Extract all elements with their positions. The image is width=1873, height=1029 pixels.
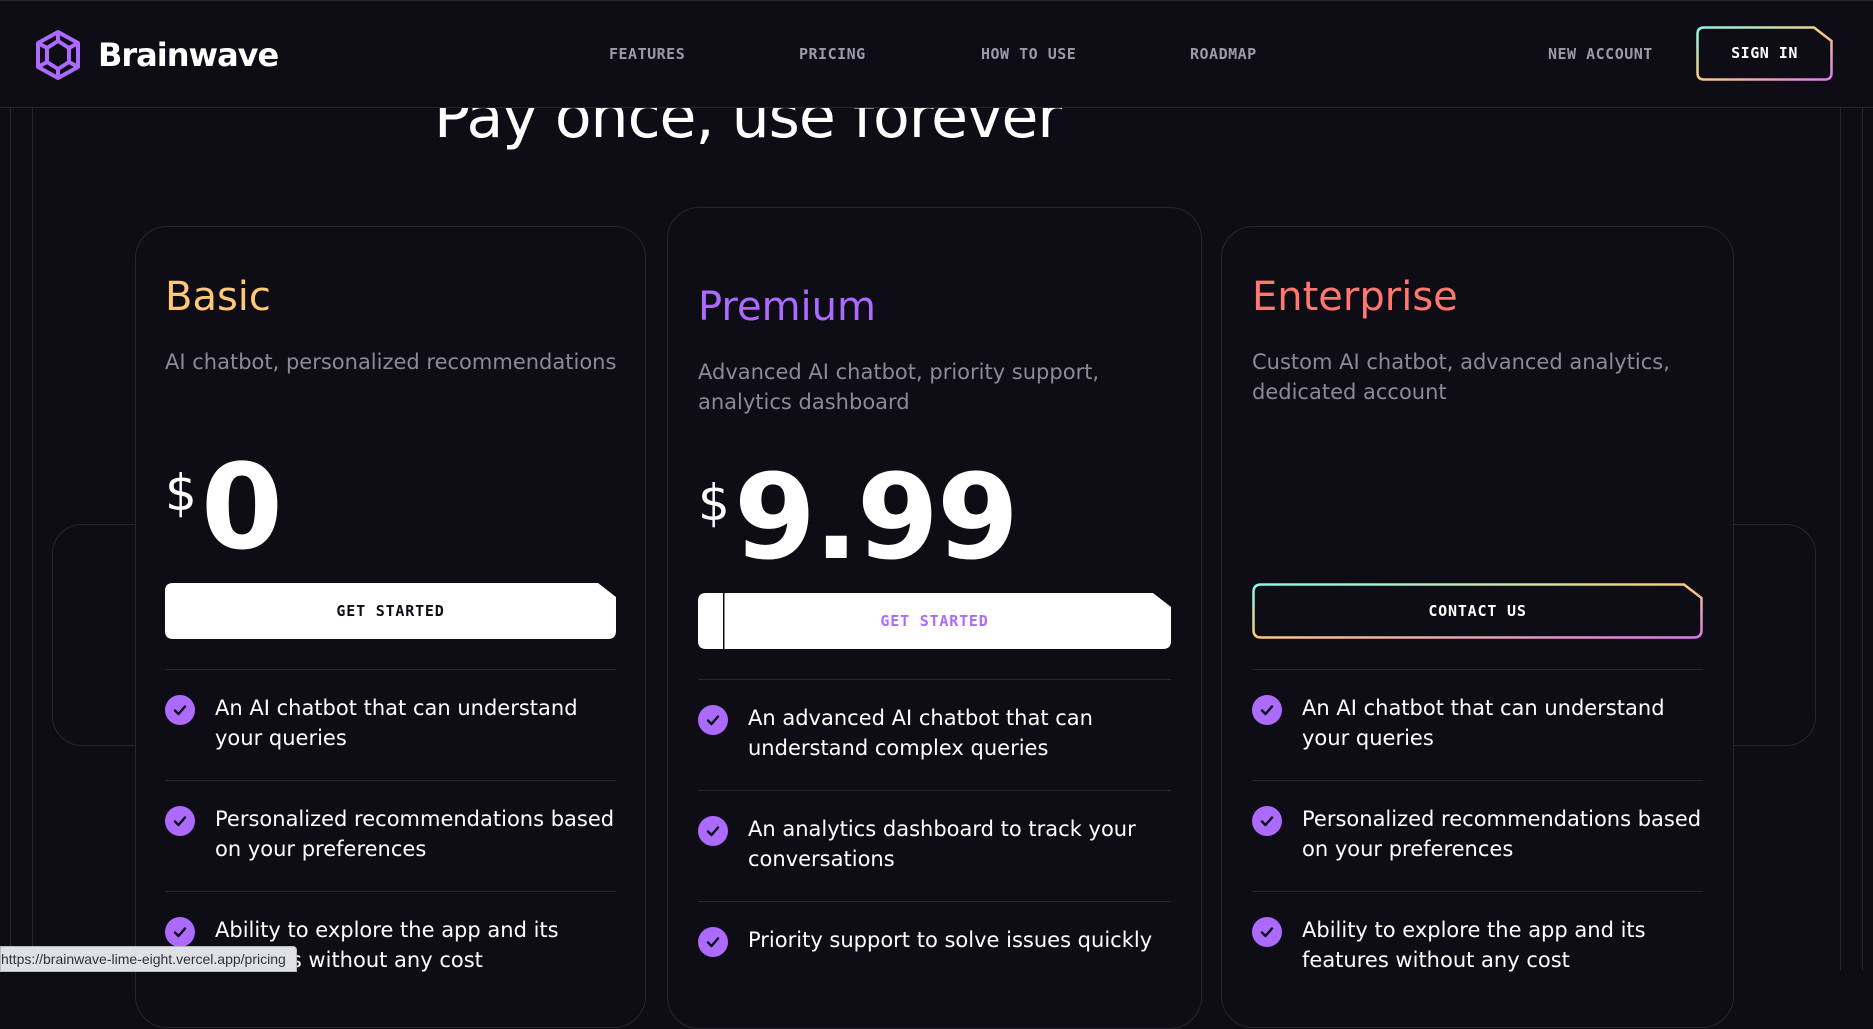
- check-icon: [1252, 695, 1282, 725]
- check-icon: [698, 927, 728, 957]
- plan-title: Basic: [165, 274, 271, 320]
- check-icon: [165, 806, 195, 836]
- feature-divider: [698, 790, 1171, 791]
- feature-divider: [698, 679, 1171, 680]
- nav-link-pricing[interactable]: PRICING: [799, 45, 866, 63]
- check-icon: [698, 705, 728, 735]
- pricing-card-enterprise: Enterprise Custom AI chatbot, advanced a…: [1221, 226, 1734, 1028]
- feature-text: Personalized recommendations based on yo…: [1302, 807, 1702, 861]
- sign-in-button[interactable]: SIGN IN: [1696, 26, 1833, 81]
- feature-divider: [165, 669, 616, 670]
- feature-divider: [165, 780, 616, 781]
- plan-title: Premium: [698, 284, 876, 330]
- feature-item: An AI chatbot that can understand your q…: [165, 693, 616, 753]
- check-icon: [1252, 806, 1282, 836]
- new-account-link[interactable]: NEW ACCOUNT: [1548, 45, 1653, 63]
- button-label: GET STARTED: [880, 612, 989, 630]
- plan-description: Custom AI chatbot, advanced analytics, d…: [1252, 350, 1670, 404]
- nav-link-roadmap[interactable]: ROADMAP: [1190, 45, 1257, 63]
- plan-title: Enterprise: [1252, 274, 1458, 320]
- check-icon: [165, 695, 195, 725]
- feature-divider: [698, 901, 1171, 902]
- pricing-card-premium: Premium Advanced AI chatbot, priority su…: [667, 207, 1202, 1029]
- contact-us-button[interactable]: CONTACT US: [1252, 583, 1703, 639]
- nav-link-how-to-use[interactable]: HOW TO USE: [981, 45, 1076, 63]
- feature-text: Priority support to solve issues quickly: [748, 928, 1153, 952]
- feature-item: Personalized recommendations based on yo…: [165, 804, 616, 864]
- get-started-button[interactable]: GET STARTED: [698, 593, 1171, 649]
- bg-line-right-outer: [1862, 106, 1863, 970]
- price-amount: 0: [200, 438, 283, 576]
- feature-item: An analytics dashboard to track your con…: [698, 814, 1171, 874]
- feature-text: An AI chatbot that can understand your q…: [215, 696, 578, 750]
- plan-description: AI chatbot, personalized recommendations: [165, 350, 617, 374]
- feature-item: Ability to explore the app and its featu…: [1252, 915, 1703, 975]
- feature-divider: [1252, 891, 1703, 892]
- feature-item: Priority support to solve issues quickly: [698, 925, 1171, 957]
- currency-symbol: $: [698, 474, 730, 532]
- brand-logo[interactable]: Brainwave: [32, 29, 279, 81]
- check-icon: [698, 816, 728, 846]
- bg-line-left-outer: [10, 106, 11, 970]
- feature-divider: [1252, 669, 1703, 670]
- feature-divider: [1252, 780, 1703, 781]
- feature-text: An analytics dashboard to track your con…: [748, 817, 1136, 871]
- brainwave-logo-icon: [36, 30, 80, 80]
- link-preview-url: https://brainwave-lime-eight.vercel.app/…: [0, 946, 297, 972]
- plan-price: $ 9.99: [698, 448, 1019, 586]
- brand-name: Brainwave: [98, 36, 279, 74]
- feature-item: An AI chatbot that can understand your q…: [1252, 693, 1703, 753]
- bg-line-left-inner: [32, 106, 33, 970]
- nav-link-features[interactable]: FEATURES: [609, 45, 685, 63]
- get-started-button[interactable]: GET STARTED: [165, 583, 616, 639]
- pricing-card-basic: Basic AI chatbot, personalized recommend…: [135, 226, 646, 1028]
- bg-line-right-inner: [1840, 106, 1841, 970]
- price-amount: 9.99: [733, 448, 1019, 586]
- check-icon: [1252, 917, 1282, 947]
- feature-text: An AI chatbot that can understand your q…: [1302, 696, 1665, 750]
- site-header: Brainwave FEATURES PRICING HOW TO USE RO…: [0, 0, 1873, 108]
- feature-item: An advanced AI chatbot that can understa…: [698, 703, 1171, 763]
- feature-item: Personalized recommendations based on yo…: [1252, 804, 1703, 864]
- feature-text: Personalized recommendations based on yo…: [215, 807, 615, 861]
- plan-description: Advanced AI chatbot, priority support, a…: [698, 360, 1100, 414]
- currency-symbol: $: [165, 464, 197, 522]
- feature-divider: [165, 891, 616, 892]
- feature-text: Ability to explore the app and its featu…: [1302, 918, 1646, 972]
- button-label: GET STARTED: [336, 602, 445, 620]
- button-label: CONTACT US: [1428, 602, 1527, 620]
- feature-text: An advanced AI chatbot that can understa…: [748, 706, 1093, 760]
- sign-in-label: SIGN IN: [1731, 44, 1798, 62]
- check-icon: [165, 917, 195, 947]
- plan-price: $ 0: [165, 438, 283, 576]
